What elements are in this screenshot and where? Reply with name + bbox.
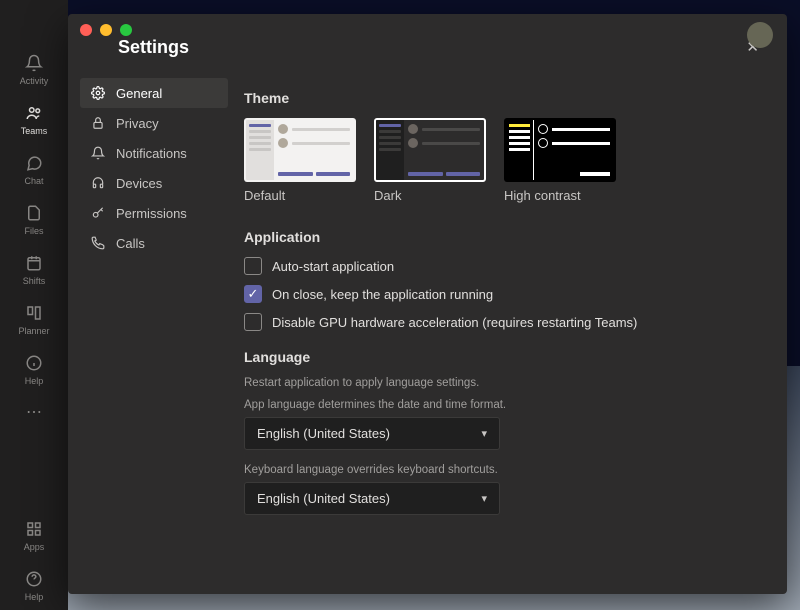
checkbox-icon xyxy=(244,257,262,275)
help-icon xyxy=(23,568,45,590)
rail-label: Planner xyxy=(18,326,49,336)
nav-label: Privacy xyxy=(116,116,159,131)
rail-apps[interactable]: Apps xyxy=(0,510,68,560)
rail-label: Teams xyxy=(21,126,48,136)
rail-teams[interactable]: Teams xyxy=(0,94,68,144)
theme-label: Dark xyxy=(374,188,486,203)
files-icon xyxy=(23,202,45,224)
language-section-title: Language xyxy=(244,349,759,365)
app-rail: Activity Teams Chat Files Shifts Planner xyxy=(0,0,68,610)
rail-label: Files xyxy=(24,226,43,236)
select-value: English (United States) xyxy=(257,426,390,441)
rail-help[interactable]: Help xyxy=(0,560,68,610)
chat-icon xyxy=(23,152,45,174)
rail-label: Activity xyxy=(20,76,49,86)
planner-icon xyxy=(23,302,45,324)
keyboard-language-sub: Keyboard language overrides keyboard sho… xyxy=(244,464,759,476)
theme-label: High contrast xyxy=(504,188,616,203)
chevron-down-icon: ▾ xyxy=(481,492,487,505)
checkbox-icon: ✓ xyxy=(244,285,262,303)
minimize-window-button[interactable] xyxy=(100,24,112,36)
checkbox-autostart[interactable]: Auto-start application xyxy=(244,257,759,275)
settings-modal: Settings ✕ General Privacy xyxy=(68,14,787,594)
rail-shifts[interactable]: Shifts xyxy=(0,244,68,294)
rail-label: Apps xyxy=(24,542,45,552)
apps-icon xyxy=(23,518,45,540)
nav-calls[interactable]: Calls xyxy=(80,228,228,258)
nav-general[interactable]: General xyxy=(80,78,228,108)
nav-devices[interactable]: Devices xyxy=(80,168,228,198)
checkbox-label: Auto-start application xyxy=(272,259,394,274)
modal-header: Settings ✕ xyxy=(68,14,787,74)
theme-options: Default Dark High contrast xyxy=(244,118,759,203)
nav-notifications[interactable]: Notifications xyxy=(80,138,228,168)
theme-dark-thumb xyxy=(374,118,486,182)
app-language-sub: App language determines the date and tim… xyxy=(244,399,759,411)
rail-label: Chat xyxy=(24,176,43,186)
rail-chat[interactable]: Chat xyxy=(0,144,68,194)
settings-content: Theme Default Dark xyxy=(240,74,787,594)
theme-default[interactable]: Default xyxy=(244,118,356,203)
select-value: English (United States) xyxy=(257,491,390,506)
key-icon xyxy=(90,205,106,221)
theme-high-contrast[interactable]: High contrast xyxy=(504,118,616,203)
maximize-window-button[interactable] xyxy=(120,24,132,36)
rail-activity[interactable]: Activity xyxy=(0,44,68,94)
checkbox-disable-gpu[interactable]: Disable GPU hardware acceleration (requi… xyxy=(244,313,759,331)
rail-label: Help xyxy=(25,376,44,386)
avatar[interactable] xyxy=(747,22,773,48)
nav-privacy[interactable]: Privacy xyxy=(80,108,228,138)
chevron-down-icon: ▾ xyxy=(481,427,487,440)
theme-label: Default xyxy=(244,188,356,203)
application-section-title: Application xyxy=(244,229,759,245)
window-controls xyxy=(80,24,132,36)
settings-nav: General Privacy Notifications Devices xyxy=(68,74,240,594)
gear-icon xyxy=(90,85,106,101)
checkbox-keep-running[interactable]: ✓ On close, keep the application running xyxy=(244,285,759,303)
phone-icon xyxy=(90,235,106,251)
bell-icon xyxy=(90,145,106,161)
theme-default-thumb xyxy=(244,118,356,182)
rail-help-dot[interactable]: Help xyxy=(0,344,68,394)
nav-label: General xyxy=(116,86,162,101)
nav-label: Devices xyxy=(116,176,162,191)
info-icon xyxy=(23,352,45,374)
checkbox-label: Disable GPU hardware acceleration (requi… xyxy=(272,315,637,330)
bell-icon xyxy=(23,52,45,74)
rail-planner[interactable]: Planner xyxy=(0,294,68,344)
people-icon xyxy=(23,102,45,124)
close-window-button[interactable] xyxy=(80,24,92,36)
checkbox-label: On close, keep the application running xyxy=(272,287,493,302)
headset-icon xyxy=(90,175,106,191)
nav-permissions[interactable]: Permissions xyxy=(80,198,228,228)
nav-label: Permissions xyxy=(116,206,187,221)
keyboard-language-select[interactable]: English (United States) ▾ xyxy=(244,482,500,515)
rail-files[interactable]: Files xyxy=(0,194,68,244)
nav-label: Notifications xyxy=(116,146,187,161)
rail-label: Help xyxy=(25,592,44,602)
checkbox-icon xyxy=(244,313,262,331)
modal-title: Settings xyxy=(118,37,189,58)
nav-label: Calls xyxy=(116,236,145,251)
lock-icon xyxy=(90,115,106,131)
shifts-icon xyxy=(23,252,45,274)
theme-hc-thumb xyxy=(504,118,616,182)
app-language-select[interactable]: English (United States) ▾ xyxy=(244,417,500,450)
rail-label: Shifts xyxy=(23,276,46,286)
theme-section-title: Theme xyxy=(244,90,759,106)
rail-more[interactable]: ⋯ xyxy=(26,394,42,430)
language-hint: Restart application to apply language se… xyxy=(244,377,759,389)
theme-dark[interactable]: Dark xyxy=(374,118,486,203)
